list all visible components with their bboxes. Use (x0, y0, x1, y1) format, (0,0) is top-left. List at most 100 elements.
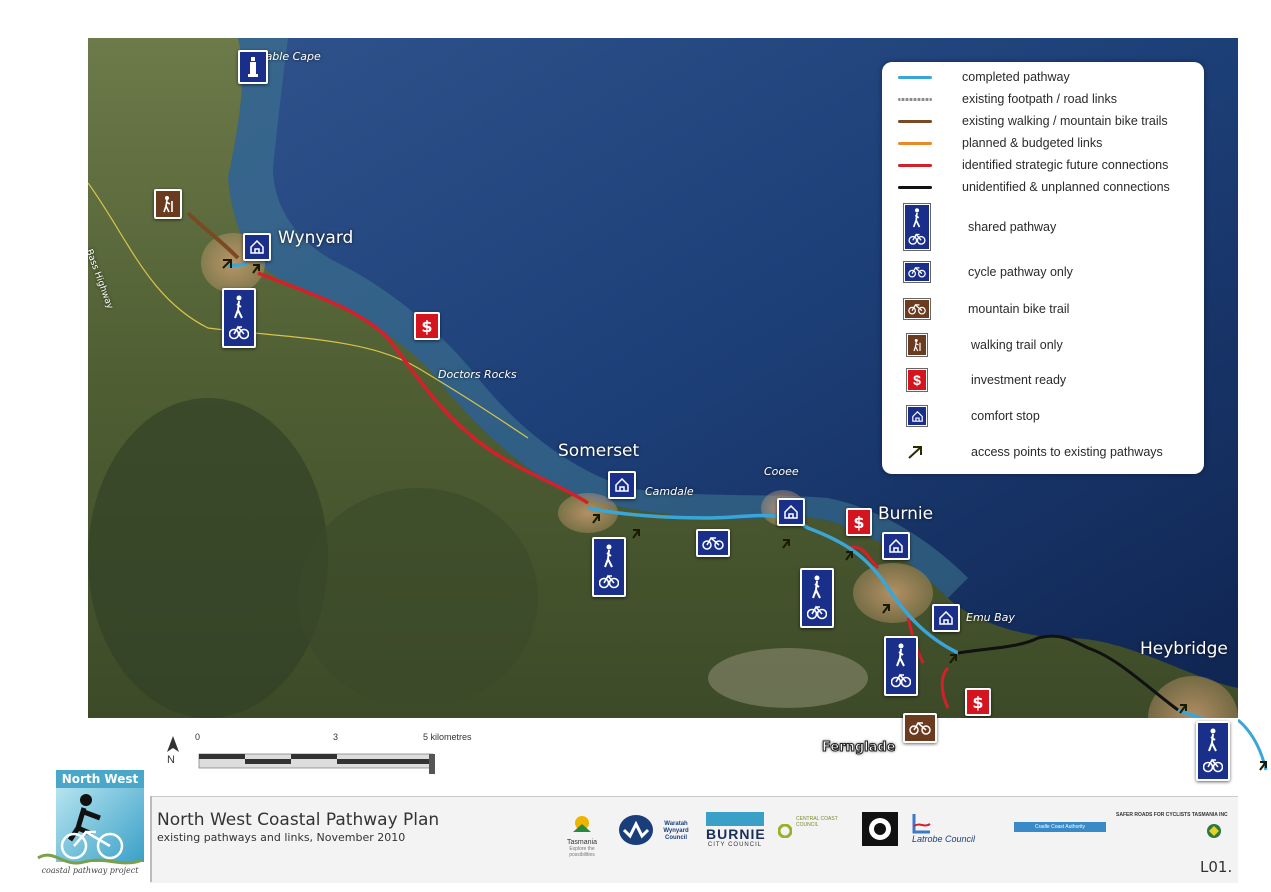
label-somerset: Somerset (558, 441, 640, 461)
legend-label: investment ready (971, 373, 1067, 387)
legend-item-completed-pathway: completed pathway (898, 70, 1070, 84)
legend-label: identified strategic future connections (962, 158, 1169, 172)
logo-title: North West (56, 770, 144, 788)
label-wynyard: Wynyard (278, 228, 354, 248)
shared-pathway-icon[interactable] (592, 537, 626, 597)
bicycle-icon[interactable] (696, 529, 730, 557)
scale-bar: 0 3 5 kilometres N (155, 730, 485, 780)
hiker-icon[interactable] (154, 189, 182, 219)
legend-swatch (898, 119, 932, 123)
legend-item-investment: $ investment ready (898, 368, 1067, 392)
comfort-stop-icon[interactable] (243, 233, 271, 261)
safer-roads-emblem-icon (1207, 824, 1221, 838)
bicycle-icon (903, 261, 931, 283)
legend-label: completed pathway (962, 70, 1070, 84)
legend-label: unidentified & unplanned connections (962, 180, 1170, 194)
legend-label: mountain bike trail (968, 302, 1070, 316)
comfort-stop-icon[interactable] (932, 604, 960, 632)
comfort-stop-icon[interactable] (882, 532, 910, 560)
partner-waratah-name: Waratah Wynyard Council (663, 821, 689, 841)
legend-item-cycle: cycle pathway only (898, 261, 1073, 283)
partner-tasmania-logo: Tasmania Explore the possibilities (560, 812, 604, 858)
legend-item-unplanned: unidentified & unplanned connections (898, 180, 1170, 194)
legend-item-strategic: identified strategic future connections (898, 158, 1168, 172)
legend-swatch (898, 97, 932, 101)
footer-divider (150, 796, 152, 882)
lighthouse-icon[interactable] (238, 50, 268, 84)
legend-item-shared: shared pathway (898, 203, 1057, 251)
label-doctors-rocks: Doctors Rocks (438, 368, 517, 381)
page-subtitle: existing pathways and links, November 20… (157, 831, 406, 844)
scale-tick-3: 3 (333, 732, 339, 742)
dollar-icon: $ (906, 368, 928, 392)
legend-item-trails: existing walking / mountain bike trails (898, 114, 1168, 128)
dollar-icon[interactable]: $ (846, 508, 872, 536)
comfort-stop-icon[interactable] (608, 471, 636, 499)
partner-latrobe-name: Latrobe Council (912, 834, 976, 844)
legend-label: existing footpath / road links (962, 92, 1117, 106)
legend-item-walking: walking trail only (898, 333, 1063, 357)
mountain-bike-icon[interactable] (903, 713, 937, 743)
hiker-icon (906, 333, 928, 357)
partner-tasmania-name: Tasmania (567, 839, 597, 846)
partner-tasmania-tagline: Explore the possibilities (569, 846, 595, 858)
partner-latrobe-logo: Latrobe Council (912, 812, 996, 844)
partner-safer-roads-name: SAFER ROADS FOR CYCLISTS TASMANIA INC (1116, 812, 1228, 818)
north-label: N (167, 754, 175, 766)
dollar-icon[interactable]: $ (414, 312, 440, 340)
burnie-logo-band (706, 812, 764, 826)
north-arrow-icon (167, 736, 179, 752)
shared-pathway-icon (903, 203, 931, 251)
logo-tagline: coastal pathway project (41, 866, 139, 875)
legend-label: shared pathway (968, 220, 1057, 234)
partner-burnie-tagline: CITY COUNCIL (707, 842, 763, 848)
label-table-cape: Table Cape (260, 50, 321, 63)
scale-tick-0: 0 (195, 732, 201, 742)
shared-pathway-icon[interactable] (884, 636, 918, 696)
partner-central-coast-name: CENTRAL COAST COUNCIL (796, 816, 838, 828)
shared-pathway-icon[interactable] (800, 568, 834, 628)
arrow-icon (908, 446, 922, 459)
partner-cradle-coast-name: Cradle Coast Authority (1034, 824, 1086, 830)
legend-label: existing walking / mountain bike trails (962, 114, 1168, 128)
legend-item-access: access points to existing pathways (898, 444, 1163, 460)
shared-pathway-icon[interactable] (222, 288, 256, 348)
dollar-icon[interactable]: $ (965, 688, 991, 716)
legend-label: walking trail only (971, 338, 1063, 352)
scale-tick-5: 5 kilometres (423, 732, 472, 742)
hills (88, 398, 328, 718)
legend-swatch (898, 75, 932, 79)
legend-item-comfort: comfort stop (898, 405, 1040, 427)
legend-label: access points to existing pathways (971, 445, 1163, 459)
label-heybridge: Heybridge (1140, 639, 1228, 659)
label-fernglade: Fernglade (822, 740, 896, 756)
legend-label: cycle pathway only (968, 265, 1073, 279)
page-title: North West Coastal Pathway Plan (157, 810, 440, 830)
comfort-stop-icon[interactable] (777, 498, 805, 526)
legend-swatch (898, 185, 932, 189)
label-burnie: Burnie (878, 504, 934, 524)
devonport-emblem-icon (862, 812, 898, 846)
label-emu-bay: Emu Bay (966, 611, 1015, 624)
project-logo: North West coastal pathway project (34, 770, 146, 882)
legend-item-footpath: existing footpath / road links (898, 92, 1117, 106)
tasmania-sun-icon (573, 816, 591, 832)
label-cooee: Cooee (764, 465, 799, 478)
pathway-extension (1238, 718, 1268, 771)
field (708, 648, 868, 708)
legend-label: planned & budgeted links (962, 136, 1103, 150)
partner-burnie-logo: BURNIE CITY COUNCIL (706, 812, 766, 848)
partner-burnie-name: BURNIE (706, 826, 766, 842)
partner-devonport-logo (862, 812, 898, 846)
shared-pathway-icon[interactable] (1196, 721, 1230, 781)
partner-cradle-coast-logo: Cradle Coast Authority (1014, 822, 1106, 832)
sheet-number: L01. (1200, 858, 1233, 876)
legend-item-mtb: mountain bike trail (898, 298, 1070, 320)
partner-central-coast-logo: CENTRAL COAST COUNCIL (778, 816, 848, 838)
hills (298, 488, 538, 708)
mountain-bike-icon (903, 298, 931, 320)
legend-swatch (898, 141, 932, 145)
label-camdale: Camdale (645, 485, 694, 498)
central-coast-emblem-icon (778, 824, 792, 838)
partner-waratah-logo: Waratah Wynyard Council (618, 812, 696, 848)
